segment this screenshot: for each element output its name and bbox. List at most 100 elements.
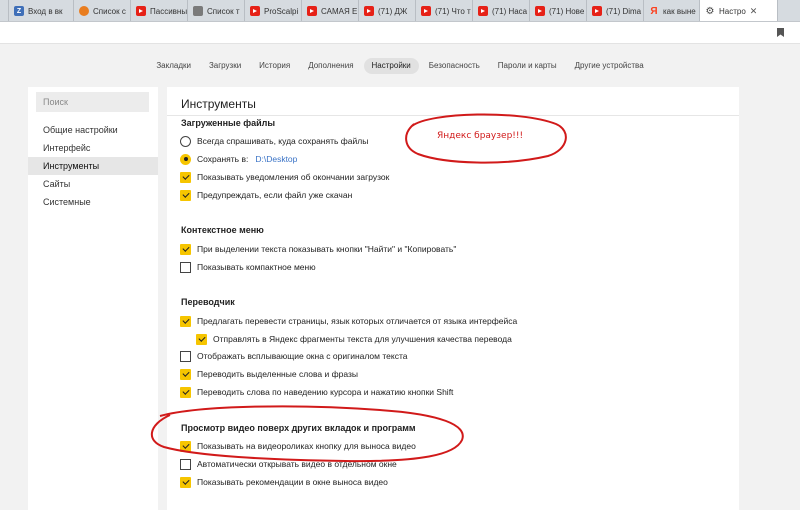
yandex-icon: Я [650,5,658,17]
bookmark-icon[interactable] [777,28,784,37]
sidebar-menu: Общие настройки Интерфейс Инструменты Са… [28,121,158,211]
option-label: Автоматически открывать видео в отдельно… [197,459,397,469]
checkbox-checked[interactable] [180,476,191,488]
option-translate-hover[interactable]: Переводить слова по наведению курсора и … [180,385,453,399]
option-label: Отправлять в Яндекс фрагменты текста для… [213,334,512,344]
option-show-popout-button[interactable]: Показывать на видеороликах кнопку для вы… [180,439,416,453]
browser-tab[interactable]: (71) Что т [416,0,473,21]
settings-sidebar: Поиск Общие настройки Интерфейс Инструме… [28,87,158,510]
option-label: Сохранять в: [197,154,249,164]
nav-security[interactable]: Безопасность [421,58,488,74]
section-title-translator: Переводчик [181,297,235,307]
option-label: Показывать компактное меню [197,262,316,272]
gear-icon: ⚙ [705,5,715,17]
sidebar-item-system[interactable]: Системные [28,193,158,211]
checkbox-unchecked[interactable] [180,458,191,470]
search-input[interactable]: Поиск [36,92,149,112]
checkbox-checked[interactable] [180,386,191,398]
tab-label: Настро [719,6,746,16]
option-warn-downloaded[interactable]: Предупреждать, если файл уже скачан [180,188,352,202]
option-translate-selected[interactable]: Переводить выделенные слова и фразы [180,367,358,381]
checkbox-checked[interactable] [180,243,191,255]
option-popup-original[interactable]: Отображать всплывающие окна с оригиналом… [180,349,407,363]
checkbox-checked[interactable] [180,440,191,452]
browser-tab[interactable]: Я как выне [644,0,700,21]
page-title: Инструменты [181,97,256,111]
nav-downloads[interactable]: Загрузки [201,58,249,74]
tab-label: Список с [93,6,126,16]
tab-label: (71) Что т [435,6,471,16]
nav-history[interactable]: История [251,58,298,74]
divider [167,115,739,116]
option-send-fragments[interactable]: Отправлять в Яндекс фрагменты текста для… [196,332,512,346]
tab-label: (71) Наса [492,6,528,16]
checkbox-checked[interactable] [180,189,191,201]
option-label: Переводить слова по наведению курсора и … [197,387,454,397]
radio-unchecked[interactable] [180,135,191,147]
sidebar-item-tools[interactable]: Инструменты [28,157,158,175]
section-title-downloads: Загруженные файлы [181,118,276,128]
browser-tab[interactable]: (71) ДЖ [359,0,416,21]
nav-bookmarks[interactable]: Закладки [148,58,199,74]
option-label: Предупреждать, если файл уже скачан [197,190,353,200]
z-icon: Z [14,6,24,16]
option-save-to[interactable]: Сохранять в: D:\Desktop [180,152,297,166]
nav-passwords[interactable]: Пароли и карты [490,58,565,74]
checkbox-checked[interactable] [180,315,191,327]
tab-label: Пассивны [150,6,188,16]
tools-icon [193,6,203,16]
checkbox-checked[interactable] [180,368,191,380]
sidebar-item-sites[interactable]: Сайты [28,175,158,193]
tab-label: Вход в вк [28,6,63,16]
tab-strip: Z Вход в вк Список с Пассивны Список т P… [0,0,800,22]
address-bar [0,22,800,44]
checkbox-unchecked[interactable] [180,261,191,273]
tab-label: (71) ДЖ [378,6,408,16]
option-label: Переводить выделенные слова и фразы [197,369,358,379]
browser-tab[interactable]: Список с [74,0,131,21]
option-offer-translate[interactable]: Предлагать перевести страницы, язык кото… [180,314,517,328]
option-label: Отображать всплывающие окна с оригиналом… [197,351,408,361]
tab-label: как выне [663,6,696,16]
option-recommendations[interactable]: Показывать рекомендации в окне выноса ви… [180,475,388,489]
youtube-icon [592,6,602,16]
option-auto-open-video[interactable]: Автоматически открывать видео в отдельно… [180,457,397,471]
youtube-icon [307,6,317,16]
youtube-icon [250,6,260,16]
checkbox-checked[interactable] [180,171,191,183]
nav-settings[interactable]: Настройки [363,58,419,74]
browser-tab[interactable]: Пассивны [131,0,188,21]
browser-tab[interactable]: Z Вход в вк [9,0,74,21]
section-title-video: Просмотр видео поверх других вкладок и п… [181,423,416,433]
browser-tab[interactable]: САМАЯ Е [302,0,359,21]
option-label: При выделении текста показывать кнопки "… [197,244,457,254]
tab-label: (71) Нове [549,6,585,16]
browser-tab[interactable]: (71) Наса [473,0,530,21]
sidebar-item-interface[interactable]: Интерфейс [28,139,158,157]
browser-tab[interactable]: Список т [188,0,245,21]
option-find-copy[interactable]: При выделении текста показывать кнопки "… [180,242,456,256]
browser-tab[interactable] [0,0,9,21]
youtube-icon [535,6,545,16]
tab-label: Список т [207,6,240,16]
option-label: Предлагать перевести страницы, язык кото… [197,316,518,326]
radio-checked[interactable] [180,153,191,165]
option-compact-menu[interactable]: Показывать компактное меню [180,260,316,274]
youtube-icon [364,6,374,16]
section-title-context-menu: Контекстное меню [181,225,264,235]
nav-extensions[interactable]: Дополнения [300,58,361,74]
youtube-icon [136,6,146,16]
checkbox-unchecked[interactable] [180,350,191,362]
nav-other-devices[interactable]: Другие устройства [567,58,652,74]
option-notify-downloads[interactable]: Показывать уведомления об окончании загр… [180,170,389,184]
browser-tab-settings[interactable]: ⚙ Настро ✕ [700,0,778,21]
checkbox-checked[interactable] [196,333,207,345]
browser-tab[interactable]: ProScalpi [245,0,302,21]
sidebar-item-general[interactable]: Общие настройки [28,121,158,139]
option-ask-where[interactable]: Всегда спрашивать, куда сохранять файлы [180,134,368,148]
browser-tab[interactable]: (71) Нове [530,0,587,21]
save-path-link[interactable]: D:\Desktop [255,154,297,164]
browser-tab[interactable]: (71) Dima [587,0,644,21]
close-icon[interactable]: ✕ [750,6,758,17]
option-label: Показывать рекомендации в окне выноса ви… [197,477,388,487]
